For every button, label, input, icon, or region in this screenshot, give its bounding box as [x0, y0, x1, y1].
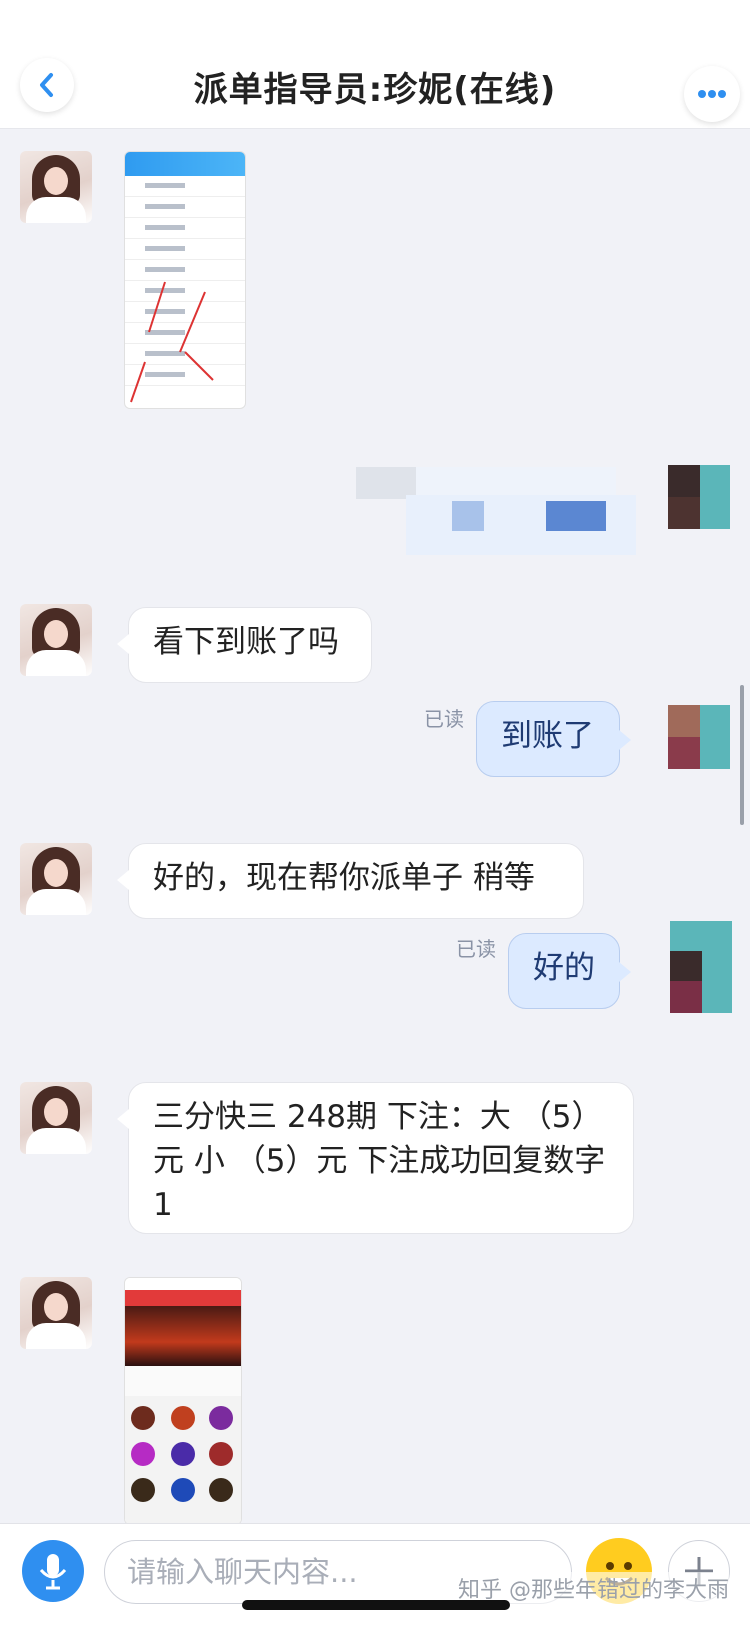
- user-avatar[interactable]: [668, 465, 730, 529]
- user-avatar[interactable]: [670, 921, 732, 1013]
- read-receipt: 已读: [424, 707, 464, 731]
- outgoing-message[interactable]: 好的: [508, 933, 631, 1009]
- voice-button[interactable]: [22, 1540, 84, 1602]
- agent-avatar[interactable]: [20, 151, 92, 223]
- chat-header: 派单指导员:珍妮(在线): [0, 0, 750, 129]
- agent-avatar[interactable]: [20, 604, 92, 676]
- incoming-message[interactable]: 好的，现在帮你派单子 稍等: [117, 843, 584, 919]
- agent-avatar[interactable]: [20, 843, 92, 915]
- incoming-message[interactable]: 看下到账了吗: [117, 607, 372, 683]
- agent-avatar[interactable]: [20, 1277, 92, 1349]
- read-receipt: 已读: [456, 937, 496, 961]
- microphone-icon: [39, 1554, 67, 1590]
- home-indicator: [242, 1600, 510, 1610]
- agent-avatar[interactable]: [20, 1082, 92, 1154]
- ellipsis-icon: [698, 90, 726, 98]
- incoming-message[interactable]: 三分快三 248期 下注：大 （5）元 小 （5）元 下注成功回复数字 1: [117, 1082, 634, 1234]
- user-avatar[interactable]: [668, 701, 730, 769]
- image-message[interactable]: [124, 1277, 242, 1523]
- image-message[interactable]: [124, 151, 246, 409]
- outgoing-message[interactable]: 到账了: [476, 701, 631, 777]
- redacted-message: [356, 467, 636, 557]
- arrow-annotation-icon: [130, 281, 214, 403]
- more-button[interactable]: [684, 66, 740, 122]
- page-title: 派单指导员:珍妮(在线): [193, 70, 557, 110]
- message-list[interactable]: 看下到账了吗 已读 到账了 好的，现在帮你派单子 稍等 已读 好的 三分快三 2…: [0, 129, 750, 1523]
- scrollbar[interactable]: [740, 685, 744, 825]
